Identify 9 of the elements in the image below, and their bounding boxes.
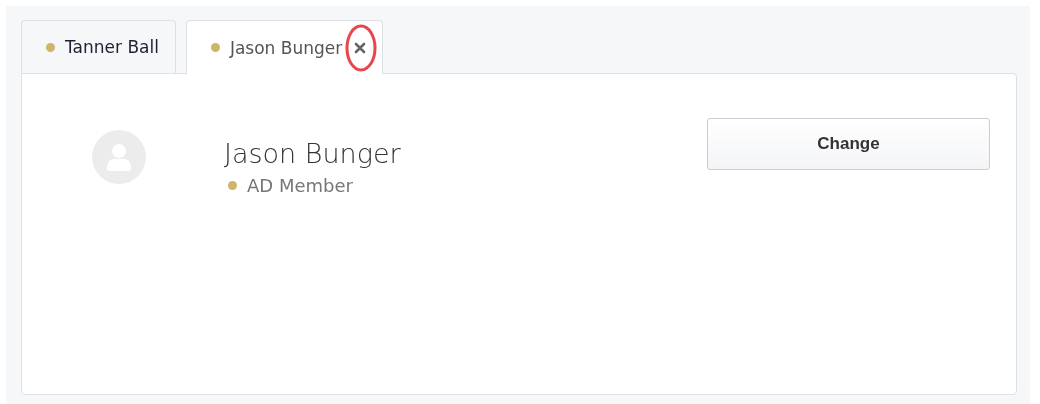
close-icon[interactable] [354,41,367,54]
tab[interactable]: Jason Bunger [185,20,384,74]
tab[interactable]: Tanner Ball [21,20,176,73]
profile-name: Jason Bunger [224,138,402,169]
highlight-ring [344,22,379,73]
tab-label[interactable]: Jason Bunger [229,37,343,58]
profile-role: AD Member [247,175,353,196]
change-button[interactable]: Change [707,118,990,170]
tab-label[interactable]: Tanner Ball [65,37,159,57]
